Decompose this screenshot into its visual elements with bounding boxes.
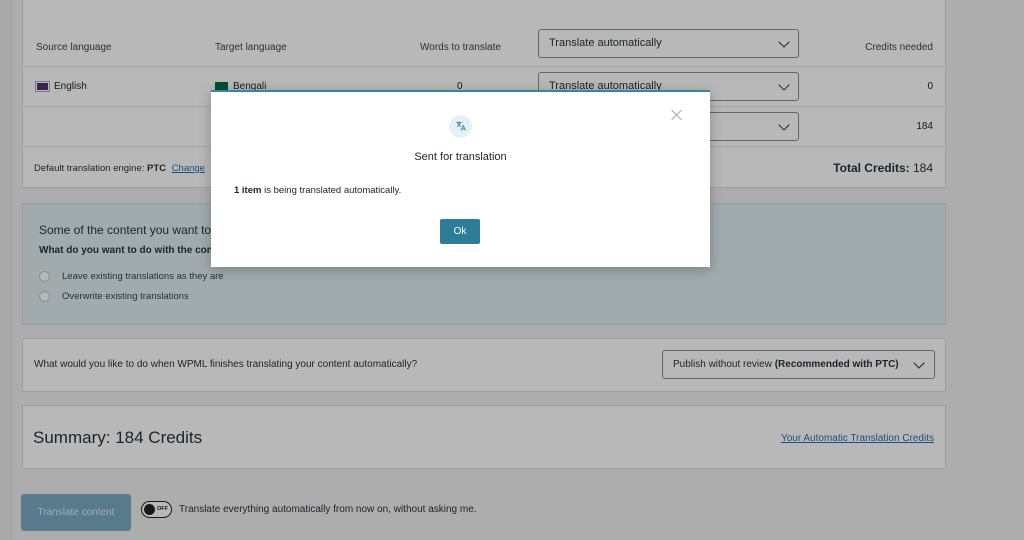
- dialog-message-text: is being translated automatically.: [264, 185, 402, 196]
- close-icon[interactable]: [670, 108, 684, 122]
- translate-icon: [449, 115, 472, 138]
- dialog-title: Sent for translation: [414, 151, 507, 163]
- modal-backdrop[interactable]: [0, 0, 1024, 540]
- dialog-message: 1 item is being translated automatically…: [234, 185, 401, 196]
- sent-for-translation-dialog: Sent for translation 1 item is being tra…: [211, 90, 710, 267]
- translate-icon-glyph: [456, 121, 466, 131]
- ok-button[interactable]: Ok: [440, 219, 480, 244]
- dialog-message-count: 1 item: [234, 185, 262, 196]
